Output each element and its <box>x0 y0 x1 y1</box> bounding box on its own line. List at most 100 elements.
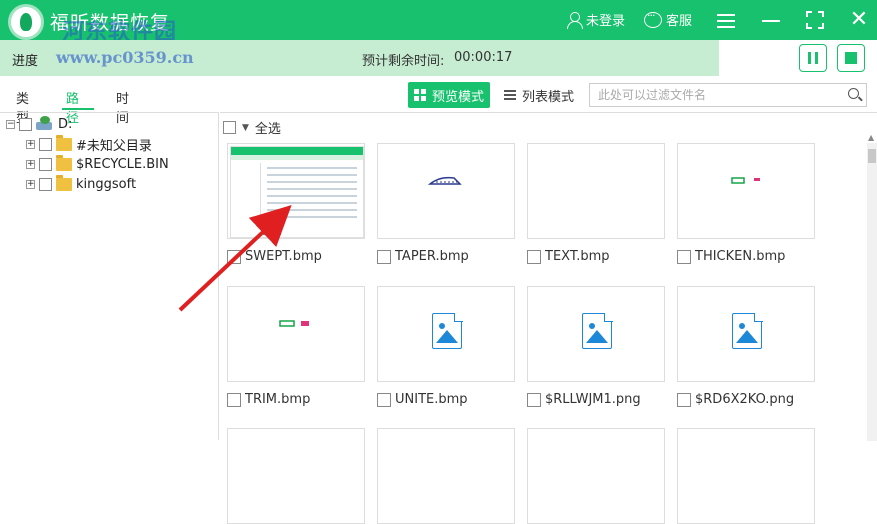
file-card[interactable]: $RD6X2KO.png <box>677 286 815 407</box>
list-mode-label: 列表模式 <box>522 89 575 105</box>
expand-icon[interactable]: + <box>26 139 35 149</box>
tree-checkbox[interactable] <box>39 157 52 171</box>
file-thumbnail[interactable] <box>377 143 515 239</box>
image-file-icon <box>732 312 763 349</box>
file-name: THICKEN.bmp <box>695 249 786 264</box>
file-thumbnail[interactable] <box>227 286 365 382</box>
tree-item-label: D: <box>58 116 73 132</box>
image-file-icon <box>582 312 613 349</box>
search-icon[interactable] <box>848 88 859 99</box>
folder-icon <box>56 154 72 171</box>
close-icon[interactable]: ✕ <box>847 8 871 32</box>
scrollbar-thumb[interactable] <box>868 149 876 163</box>
file-checkbox[interactable] <box>527 392 541 407</box>
file-preview-panel: ▼ 全选 SWEPT.bmp TAPER.bmp TEXT.bmp THICKE… <box>220 112 877 524</box>
file-thumbnail[interactable] <box>227 143 365 239</box>
tree-checkbox[interactable] <box>19 117 32 131</box>
vertical-scrollbar[interactable]: ▲ <box>867 133 877 441</box>
tree-item-label: $RECYCLE.BIN <box>76 156 169 172</box>
pause-button[interactable] <box>799 44 827 72</box>
file-checkbox[interactable] <box>227 249 241 264</box>
file-checkbox[interactable] <box>677 249 691 264</box>
file-name: $RD6X2KO.png <box>695 392 795 407</box>
file-checkbox[interactable] <box>377 392 391 407</box>
file-name: UNITE.bmp <box>395 392 468 407</box>
screenshot-thumbnail <box>230 146 364 238</box>
shape-thumbnail-icon <box>427 176 462 185</box>
file-name: TAPER.bmp <box>395 249 469 264</box>
collapse-icon[interactable]: − <box>6 119 15 129</box>
list-view-icon <box>504 89 516 101</box>
tree-item-kinggsoft[interactable]: + kinggsoft <box>26 174 137 193</box>
file-name: TEXT.bmp <box>545 249 610 264</box>
app-logo-icon <box>8 4 44 40</box>
select-all-checkbox[interactable] <box>223 121 236 134</box>
file-thumbnail[interactable] <box>227 428 365 524</box>
minimize-icon[interactable] <box>759 8 783 32</box>
login-button[interactable]: 未登录 <box>566 10 625 29</box>
user-icon <box>566 11 583 29</box>
tree-item-drive-d[interactable]: − D: <box>6 115 72 133</box>
file-card[interactable]: UNITE.bmp <box>377 286 515 407</box>
scroll-up-icon[interactable]: ▲ <box>868 133 874 142</box>
file-thumbnail[interactable] <box>527 428 665 524</box>
stop-button[interactable] <box>837 44 865 72</box>
file-thumbnail[interactable] <box>377 428 515 524</box>
customer-service-button[interactable]: 客服 <box>644 9 693 29</box>
filename-filter <box>589 83 867 107</box>
file-thumbnail[interactable] <box>527 286 665 382</box>
chat-icon <box>644 9 662 28</box>
folder-icon <box>56 134 72 151</box>
file-card[interactable]: TEXT.bmp <box>527 143 665 264</box>
file-card[interactable] <box>377 428 515 524</box>
folder-icon <box>56 174 72 191</box>
caret-down-icon[interactable]: ▼ <box>242 123 249 133</box>
login-label: 未登录 <box>586 14 626 29</box>
title-bar: 福昕数据恢复 河东软件园 未登录 客服 ✕ <box>0 0 877 45</box>
image-file-icon <box>432 312 463 349</box>
filename-filter-input[interactable] <box>590 84 830 106</box>
maximize-icon[interactable] <box>803 8 827 32</box>
file-thumbnail[interactable] <box>677 428 815 524</box>
file-name: TRIM.bmp <box>245 392 311 407</box>
file-checkbox[interactable] <box>227 392 241 407</box>
file-thumbnail[interactable] <box>677 286 815 382</box>
drive-icon <box>36 116 54 132</box>
tree-checkbox[interactable] <box>39 137 52 151</box>
file-card[interactable] <box>227 428 365 524</box>
select-all-label: 全选 <box>254 122 281 137</box>
tree-item-label: kinggsoft <box>76 176 137 192</box>
file-thumbnail[interactable] <box>527 143 665 239</box>
menu-icon[interactable] <box>714 8 738 32</box>
file-thumbnail[interactable] <box>677 143 815 239</box>
file-card[interactable] <box>677 428 815 524</box>
folder-tree: − D: + #未知父目录 + $RECYCLE.BIN + kinggsoft <box>0 112 219 440</box>
tree-checkbox[interactable] <box>39 177 52 191</box>
file-grid: SWEPT.bmp TAPER.bmp TEXT.bmp THICKEN.bmp… <box>220 143 860 524</box>
file-checkbox[interactable] <box>677 392 691 407</box>
expand-icon[interactable]: + <box>26 179 35 189</box>
tree-item-label: #未知父目录 <box>76 138 152 154</box>
tree-item-unknown-parent[interactable]: + #未知父目录 <box>26 134 152 154</box>
list-mode-button[interactable]: 列表模式 <box>504 82 574 108</box>
file-name: SWEPT.bmp <box>245 249 322 264</box>
file-checkbox[interactable] <box>377 249 391 264</box>
tree-item-recycle-bin[interactable]: + $RECYCLE.BIN <box>26 154 169 173</box>
file-card[interactable]: TAPER.bmp <box>377 143 515 264</box>
remaining-time-value: 00:00:17 <box>454 50 513 65</box>
file-card[interactable] <box>527 428 665 524</box>
service-label: 客服 <box>666 14 693 29</box>
file-checkbox[interactable] <box>527 249 541 264</box>
file-card[interactable]: TRIM.bmp <box>227 286 365 407</box>
progress-label: 进度 <box>12 54 39 69</box>
active-tab-indicator <box>62 108 94 110</box>
file-card[interactable]: $RLLWJM1.png <box>527 286 665 407</box>
file-name: $RLLWJM1.png <box>545 392 641 407</box>
expand-icon[interactable]: + <box>26 159 35 169</box>
file-thumbnail[interactable] <box>377 286 515 382</box>
shape-thumbnail-icon <box>279 320 309 327</box>
file-card[interactable]: THICKEN.bmp <box>677 143 815 264</box>
select-all[interactable]: ▼ 全选 <box>223 118 281 137</box>
preview-mode-button[interactable]: 预览模式 <box>408 82 490 108</box>
file-card[interactable]: SWEPT.bmp <box>227 143 365 264</box>
